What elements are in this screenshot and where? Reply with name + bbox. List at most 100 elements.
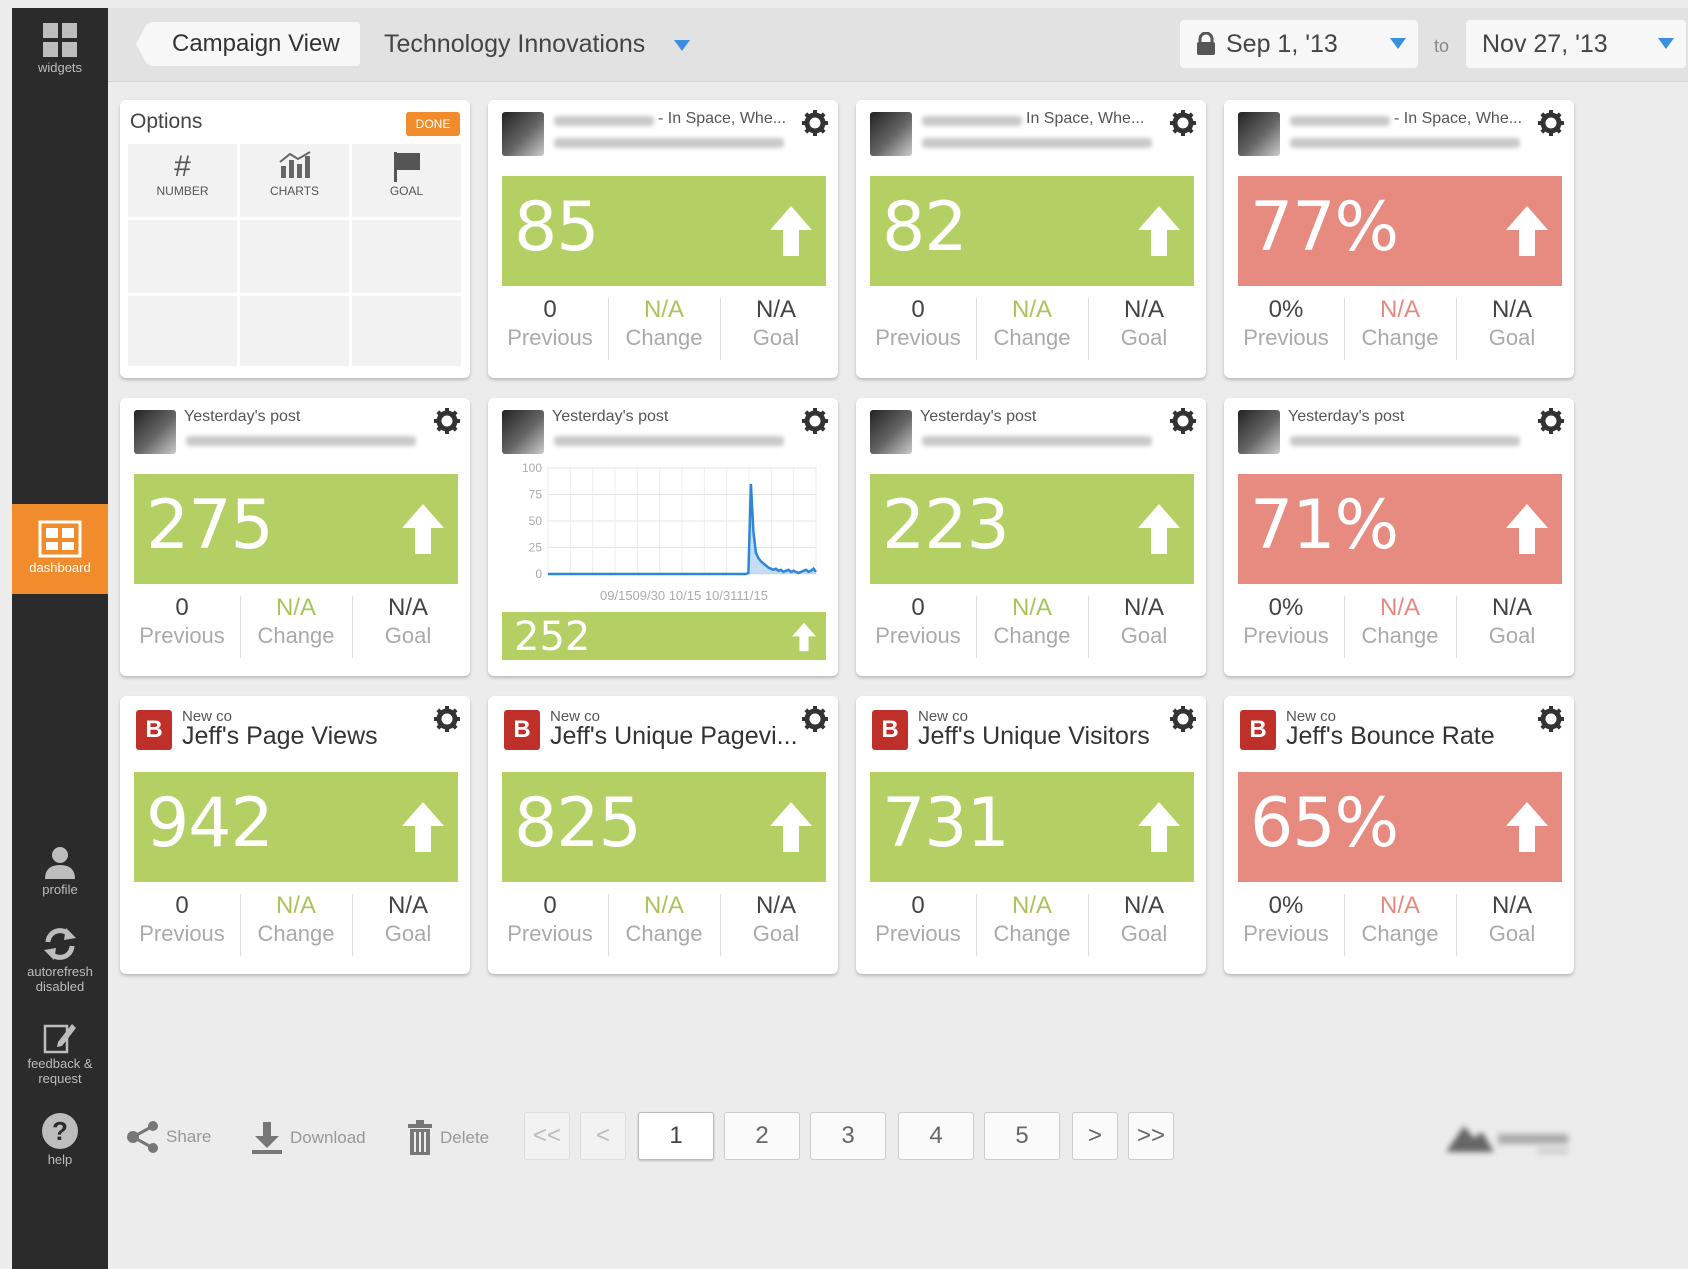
stat-previous-value: 0% <box>1268 594 1304 621</box>
date-from-value: Sep 1, '13 <box>1226 30 1338 58</box>
stat-previous-label: Previous <box>139 623 225 648</box>
widget-title: - In Space, Whe... <box>1394 110 1523 127</box>
metric-widget[interactable]: B New co Jeff's Unique Visitors 731 0 Previou… <box>856 696 1206 974</box>
metric-widget[interactable]: In Space, Whe... 82 0 Previous N/A Change N/A G… <box>856 100 1206 378</box>
page-4-button[interactable]: 4 <box>898 1112 974 1160</box>
date-from-select[interactable]: Sep 1, '13 <box>1180 20 1418 68</box>
stat-previous-value: 0% <box>1268 892 1304 919</box>
stat-change-value: N/A <box>275 892 316 919</box>
page-3-button[interactable]: 3 <box>810 1112 886 1160</box>
stat-change: N/A Change <box>238 594 354 650</box>
post-thumbnail <box>502 112 544 156</box>
gear-icon[interactable] <box>802 408 828 434</box>
metric-tile: 77% <box>1238 176 1562 286</box>
widget-stats: 0% Previous N/A Change N/A Goal <box>1224 594 1574 664</box>
stat-change-label: Change <box>257 623 335 648</box>
gear-icon[interactable] <box>802 706 828 732</box>
stat-change: N/A Change <box>974 594 1090 650</box>
sidebar-item-autorefresh[interactable]: autorefresh disabled <box>12 926 108 994</box>
metric-widget[interactable]: - In Space, Whe... 85 0 Previous N/A Change N/… <box>488 100 838 378</box>
stat-change-value: N/A <box>1379 296 1420 323</box>
blurred-text <box>922 116 1022 126</box>
stat-previous: 0% Previous <box>1228 296 1344 352</box>
metric-tile: 731 <box>870 772 1194 882</box>
sidebar-item-help[interactable]: ? help <box>12 1112 108 1167</box>
gear-icon[interactable] <box>434 408 460 434</box>
stat-change: N/A Change <box>974 892 1090 948</box>
option-number[interactable]: # NUMBER <box>128 144 237 217</box>
page-5-button[interactable]: 5 <box>984 1112 1060 1160</box>
chart-widget[interactable]: Yesterday's post 100 75 50 25 0 09/1509/30 10/… <box>488 398 838 676</box>
gear-icon[interactable] <box>1538 110 1564 136</box>
stat-change-value: N/A <box>1379 892 1420 919</box>
stat-goal-label: Goal <box>1488 325 1536 350</box>
metric-widget[interactable]: Yesterday's post 71% 0% Previous N/A Change N/… <box>1224 398 1574 676</box>
metric-value: 82 <box>882 188 968 267</box>
last-page-button[interactable]: >> <box>1128 1112 1174 1160</box>
arrow-up-icon <box>770 802 812 852</box>
arrow-up-icon <box>770 206 812 256</box>
gear-icon[interactable] <box>1170 110 1196 136</box>
metric-widget[interactable]: B New co Jeff's Unique Pagevi... 825 0 Previo… <box>488 696 838 974</box>
prev-page-button[interactable]: < <box>580 1112 626 1160</box>
stat-previous-label: Previous <box>875 921 961 946</box>
y-tick-label: 25 <box>529 541 543 555</box>
stat-change-label: Change <box>1361 623 1439 648</box>
stat-previous: 0 Previous <box>860 892 976 948</box>
option-goal[interactable]: GOAL <box>352 144 461 217</box>
metric-value: 942 <box>146 784 274 863</box>
date-to-select[interactable]: Nov 27, '13 <box>1466 20 1686 68</box>
sidebar-item-widgets[interactable]: widgets <box>12 22 108 75</box>
metric-widget[interactable]: - In Space, Whe... 77% 0% Previous N/A Change… <box>1224 100 1574 378</box>
done-button[interactable]: DONE <box>406 112 460 136</box>
gear-icon[interactable] <box>1538 408 1564 434</box>
metric-widget[interactable]: B New co Jeff's Page Views 942 0 Previous N/A C… <box>120 696 470 974</box>
share-button[interactable]: Share <box>126 1120 211 1154</box>
widget-stats: 0 Previous N/A Change N/A Goal <box>488 892 838 962</box>
option-label: NUMBER <box>156 184 209 198</box>
metric-widget[interactable]: B New co Jeff's Bounce Rate 65% 0% Previous N/… <box>1224 696 1574 974</box>
stat-goal: N/A Goal <box>1086 594 1202 650</box>
metric-widget[interactable]: Yesterday's post 223 0 Previous N/A Change N/A… <box>856 398 1206 676</box>
gear-icon[interactable] <box>1170 706 1196 732</box>
stat-goal: N/A Goal <box>1454 296 1570 352</box>
widget-stats: 0 Previous N/A Change N/A Goal <box>856 594 1206 664</box>
metric-value: 77% <box>1250 188 1399 267</box>
option-empty <box>240 220 349 293</box>
download-button[interactable]: Download <box>250 1120 366 1156</box>
post-thumbnail <box>870 410 912 454</box>
next-page-button[interactable]: > <box>1072 1112 1118 1160</box>
stat-previous-label: Previous <box>1243 325 1329 350</box>
metric-value: 71% <box>1250 486 1399 565</box>
stat-previous: 0 Previous <box>124 594 240 650</box>
sidebar-item-feedback[interactable]: feedback & request <box>12 1020 108 1086</box>
sidebar-item-dashboard[interactable]: dashboard <box>12 504 108 594</box>
gear-icon[interactable] <box>802 110 828 136</box>
metric-widget[interactable]: Yesterday's post 275 0 Previous N/A Change N/A… <box>120 398 470 676</box>
delete-button[interactable]: Delete <box>406 1120 489 1156</box>
option-charts[interactable]: CHARTS <box>240 144 349 217</box>
edit-icon <box>43 1024 76 1054</box>
blurred-text <box>1290 436 1520 446</box>
widget-stats: 0 Previous N/A Change N/A Goal <box>856 296 1206 366</box>
sidebar-item-profile[interactable]: profile <box>12 844 108 897</box>
campaign-select[interactable]: Technology Innovations <box>384 22 691 66</box>
stat-goal: N/A Goal <box>350 892 466 948</box>
stat-change-value: N/A <box>643 296 684 323</box>
first-page-button[interactable]: << <box>524 1112 570 1160</box>
metric-value: 252 <box>514 614 591 660</box>
page-1-button[interactable]: 1 <box>638 1112 714 1160</box>
gear-icon[interactable] <box>1170 408 1196 434</box>
stat-previous: 0 Previous <box>492 296 608 352</box>
stat-goal-label: Goal <box>752 921 800 946</box>
arrow-up-icon <box>1506 504 1548 554</box>
gear-icon[interactable] <box>434 706 460 732</box>
blogger-icon: B <box>136 710 172 750</box>
chart-icon <box>240 150 349 184</box>
brand-logo <box>1446 1126 1568 1154</box>
campaign-view-button[interactable]: Campaign View <box>136 22 360 66</box>
stat-goal-value: N/A <box>387 892 428 919</box>
page-2-button[interactable]: 2 <box>724 1112 800 1160</box>
gear-icon[interactable] <box>1538 706 1564 732</box>
sidebar: widgets dashboard profile autorefresh di… <box>12 8 108 1269</box>
